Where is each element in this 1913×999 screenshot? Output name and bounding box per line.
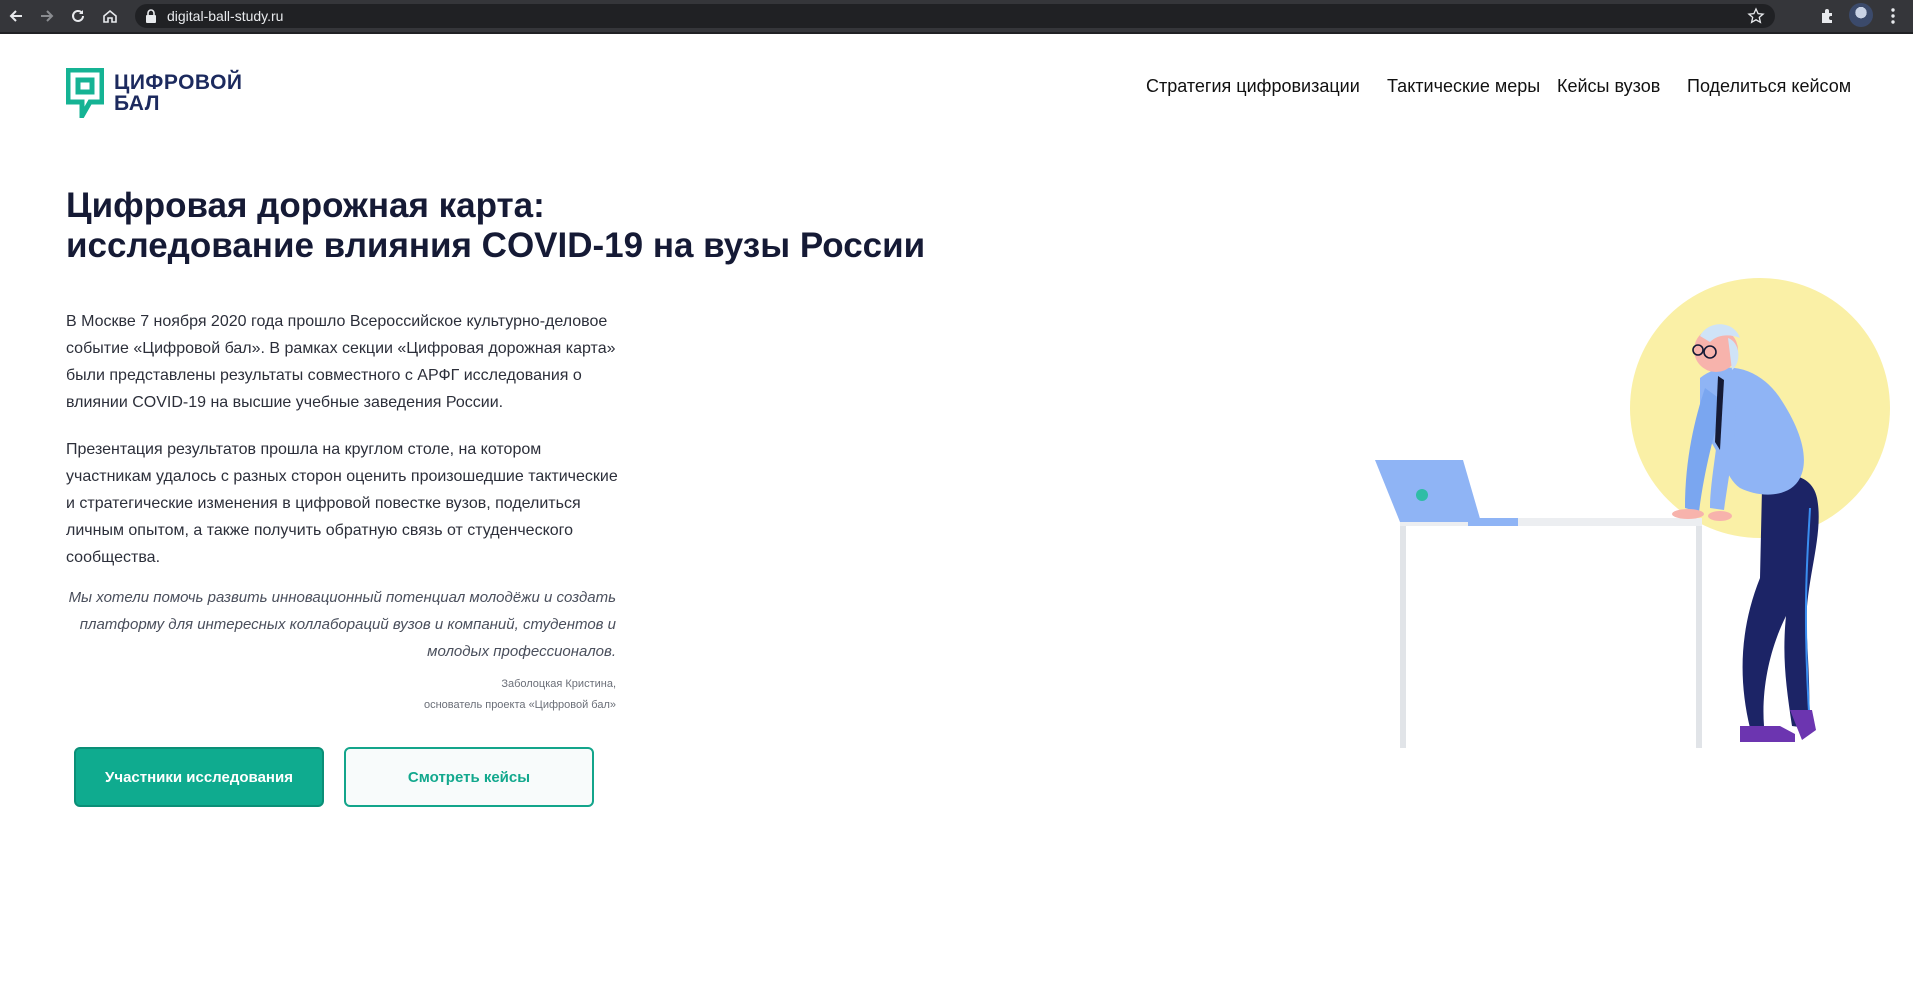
url-text: digital-ball-study.ru [167,8,284,24]
laptop-icon [1375,460,1481,522]
nav-link-share-case[interactable]: Поделиться кейсом [1687,76,1851,97]
browser-toolbar: digital-ball-study.ru [0,0,1913,34]
page-title-line-1: Цифровая дорожная карта: [66,186,545,225]
quote-author-role: основатель проекта «Цифровой бал» [423,699,616,711]
logo-line-2: БАЛ [114,92,160,115]
logo-line-1: ЦИФРОВОЙ [114,71,243,94]
logo-text: ЦИФРОВОЙ БАЛ [114,72,243,114]
presentation-paragraph: Презентация результатов прошла на кругло… [66,441,618,566]
page-title-line-2: исследование влияния COVID-19 на вузы Ро… [66,226,926,265]
page-title: Цифровая дорожная карта: исследование вл… [66,186,925,266]
browser-menu-icon[interactable] [1890,6,1896,26]
site-logo[interactable]: ЦИФРОВОЙ БАЛ [66,68,243,118]
extensions-puzzle-icon[interactable] [1818,6,1838,26]
reload-icon[interactable] [68,6,88,26]
intro-paragraph: В Москве 7 ноября 2020 года прошло Всеро… [66,313,616,411]
quote-text: Мы хотели помочь развить инновационный п… [68,589,616,660]
main-navigation: Стратегия цифровизации Тактические меры … [1146,76,1913,100]
address-bar[interactable]: digital-ball-study.ru [135,4,1775,28]
quote-author-name: Заболоцкая Кристина, [501,678,616,690]
nav-link-cases[interactable]: Кейсы вузов [1557,76,1660,97]
forward-arrow-icon[interactable] [37,6,57,26]
lock-icon [146,9,156,23]
nav-link-tactics[interactable]: Тактические меры [1387,76,1540,97]
quote-author: Заболоцкая Кристина, основатель проекта … [300,674,616,716]
research-participants-button[interactable]: Участники исследования [74,747,324,807]
nav-link-strategy[interactable]: Стратегия цифровизации [1146,76,1360,97]
profile-avatar[interactable] [1849,3,1873,27]
home-icon[interactable] [100,6,120,26]
back-arrow-icon[interactable] [6,6,26,26]
logo-mark-icon [66,68,104,118]
person-at-desk-illustration [1375,278,1890,748]
bookmark-star-icon[interactable] [1747,7,1765,25]
view-cases-button[interactable]: Смотреть кейсы [344,747,594,807]
